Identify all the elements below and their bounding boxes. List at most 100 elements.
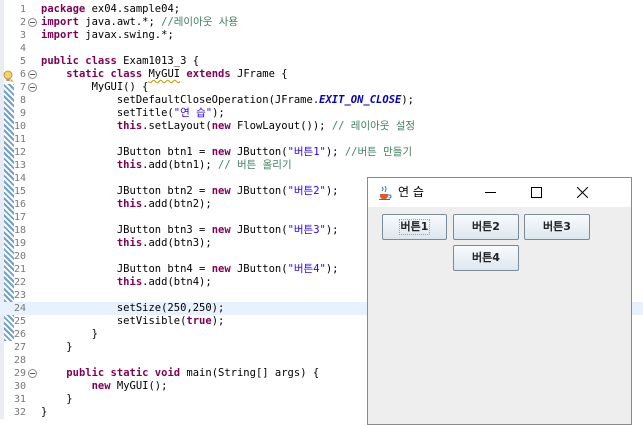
code-text: setTitle("연 습"); <box>41 107 225 120</box>
code-line[interactable]: 8 setDefaultCloseOperation(JFrame.EXIT_O… <box>0 94 643 107</box>
code-text: } <box>41 393 72 406</box>
code-token: JButton btn2 = <box>41 185 212 197</box>
button-2[interactable]: 버튼2 <box>453 214 519 240</box>
code-line[interactable]: 13 this.add(btn1); // 버튼 올리기 <box>0 159 643 172</box>
code-token: .add(btn4); <box>142 276 212 288</box>
code-token: this <box>116 276 143 288</box>
code-line[interactable]: 12 JButton btn1 = new JButton("버튼1"); //… <box>0 146 643 159</box>
code-line[interactable]: 9 setTitle("연 습"); <box>0 107 643 120</box>
code-token: JButton btn1 = <box>41 146 212 158</box>
line-number: 6 <box>19 69 26 80</box>
minimize-button[interactable] <box>468 178 514 207</box>
code-token: "연 습" <box>173 107 213 119</box>
window-title-bar[interactable]: 연 습 <box>368 178 631 207</box>
code-token: JButton( <box>230 224 288 236</box>
code-token: new <box>211 263 231 275</box>
code-line[interactable]: 5 public class Exam1013_3 { <box>0 55 643 68</box>
code-token: JButton( <box>230 263 288 275</box>
code-text: this.add(btn4); <box>41 276 212 289</box>
code-text: setSize(250,250); <box>41 302 224 315</box>
code-token: ); <box>325 185 339 197</box>
fold-toggle-icon[interactable] <box>28 369 37 378</box>
code-line[interactable]: 11 <box>0 133 643 146</box>
minimize-icon <box>485 192 496 193</box>
code-token: setTitle( <box>41 107 174 119</box>
line-number: 32 <box>14 407 27 418</box>
code-token: true <box>186 315 212 327</box>
code-token: } <box>41 341 73 353</box>
line-number: 23 <box>14 290 27 301</box>
code-token: MyGUI <box>148 68 181 80</box>
line-number: 31 <box>14 394 27 405</box>
code-text: } <box>41 406 47 419</box>
code-token: JFrame { <box>230 68 288 80</box>
code-line[interactable]: 6 static class MyGUI extends JFrame { <box>0 68 643 81</box>
code-text: this.add(btn2); <box>41 198 212 211</box>
line-number: 13 <box>14 160 27 171</box>
code-line[interactable]: 1 package ex04.sample04; <box>0 3 643 16</box>
code-line[interactable]: 2 import java.awt.*; //레이아웃 사용 <box>0 16 643 29</box>
code-token: new <box>91 380 111 392</box>
code-token: ex04.sample04; <box>85 3 181 15</box>
button-2-label: 버튼2 <box>472 220 500 233</box>
code-token: setVisible( <box>41 315 187 327</box>
code-token: JButton( <box>230 185 288 197</box>
code-text: new MyGUI(); <box>41 380 168 393</box>
code-token: import <box>41 29 79 41</box>
code-token: new <box>211 185 231 197</box>
line-number: 8 <box>19 95 26 106</box>
maximize-button[interactable] <box>514 178 560 207</box>
code-text: this.add(btn3); <box>41 237 212 250</box>
code-token: // 버튼 올리기 <box>218 159 292 171</box>
fold-toggle-icon[interactable] <box>28 83 37 92</box>
code-text: import java.awt.*; //레이아웃 사용 <box>41 16 238 29</box>
window-title: 연 습 <box>398 185 424 199</box>
code-token: public class <box>41 55 117 67</box>
line-number: 25 <box>14 316 27 327</box>
close-icon <box>577 187 588 198</box>
line-number: 26 <box>14 329 27 340</box>
code-token: new <box>211 120 231 132</box>
code-token: static class <box>66 68 143 80</box>
line-number: 27 <box>14 342 27 353</box>
code-token: ); <box>211 315 225 327</box>
line-number: 11 <box>14 134 27 145</box>
code-token: EXIT_ON_CLOSE <box>319 94 402 106</box>
line-number: 14 <box>14 173 27 184</box>
code-line[interactable]: 4 <box>0 42 643 55</box>
line-number: 2 <box>19 17 26 28</box>
code-line[interactable]: 7 MyGUI() { <box>0 81 643 94</box>
line-number: 7 <box>19 82 26 93</box>
code-text: JButton btn3 = new JButton("버튼3"); <box>41 224 339 237</box>
line-number: 4 <box>19 43 26 54</box>
code-token: ); <box>325 224 339 236</box>
code-line[interactable]: 10 this.setLayout(new FlowLayout()); // … <box>0 120 643 133</box>
button-1[interactable]: 버튼1 <box>382 214 447 240</box>
line-number: 9 <box>19 108 26 119</box>
code-token: main(String[] args) { <box>180 367 320 379</box>
close-button[interactable] <box>560 178 606 207</box>
button-3[interactable]: 버튼3 <box>524 214 590 240</box>
code-text: MyGUI() { <box>41 81 149 94</box>
code-token: ); <box>401 94 414 106</box>
line-number: 18 <box>14 225 27 236</box>
code-token: .add(btn3); <box>142 237 212 249</box>
line-number: 22 <box>14 277 27 288</box>
code-token: javax.swing.*; <box>78 29 174 41</box>
button-4[interactable]: 버튼4 <box>453 245 519 271</box>
code-text: this.add(btn1); // 버튼 올리기 <box>41 159 292 172</box>
line-number: 17 <box>14 212 27 223</box>
code-text: public class Exam1013_3 { <box>41 55 199 68</box>
line-number: 19 <box>14 238 27 249</box>
code-text: } <box>41 328 98 341</box>
fold-toggle-icon[interactable] <box>28 70 37 79</box>
code-token: "버튼4" <box>287 263 326 275</box>
swing-window[interactable]: 연 습 버튼1 버튼2 버튼3 버튼4 <box>367 177 632 425</box>
code-line[interactable]: 3 import javax.swing.*; <box>0 29 643 42</box>
code-text: JButton btn2 = new JButton("버튼2"); <box>41 185 339 198</box>
code-token: JButton btn3 = <box>41 224 212 236</box>
fold-toggle-icon[interactable] <box>28 18 37 27</box>
